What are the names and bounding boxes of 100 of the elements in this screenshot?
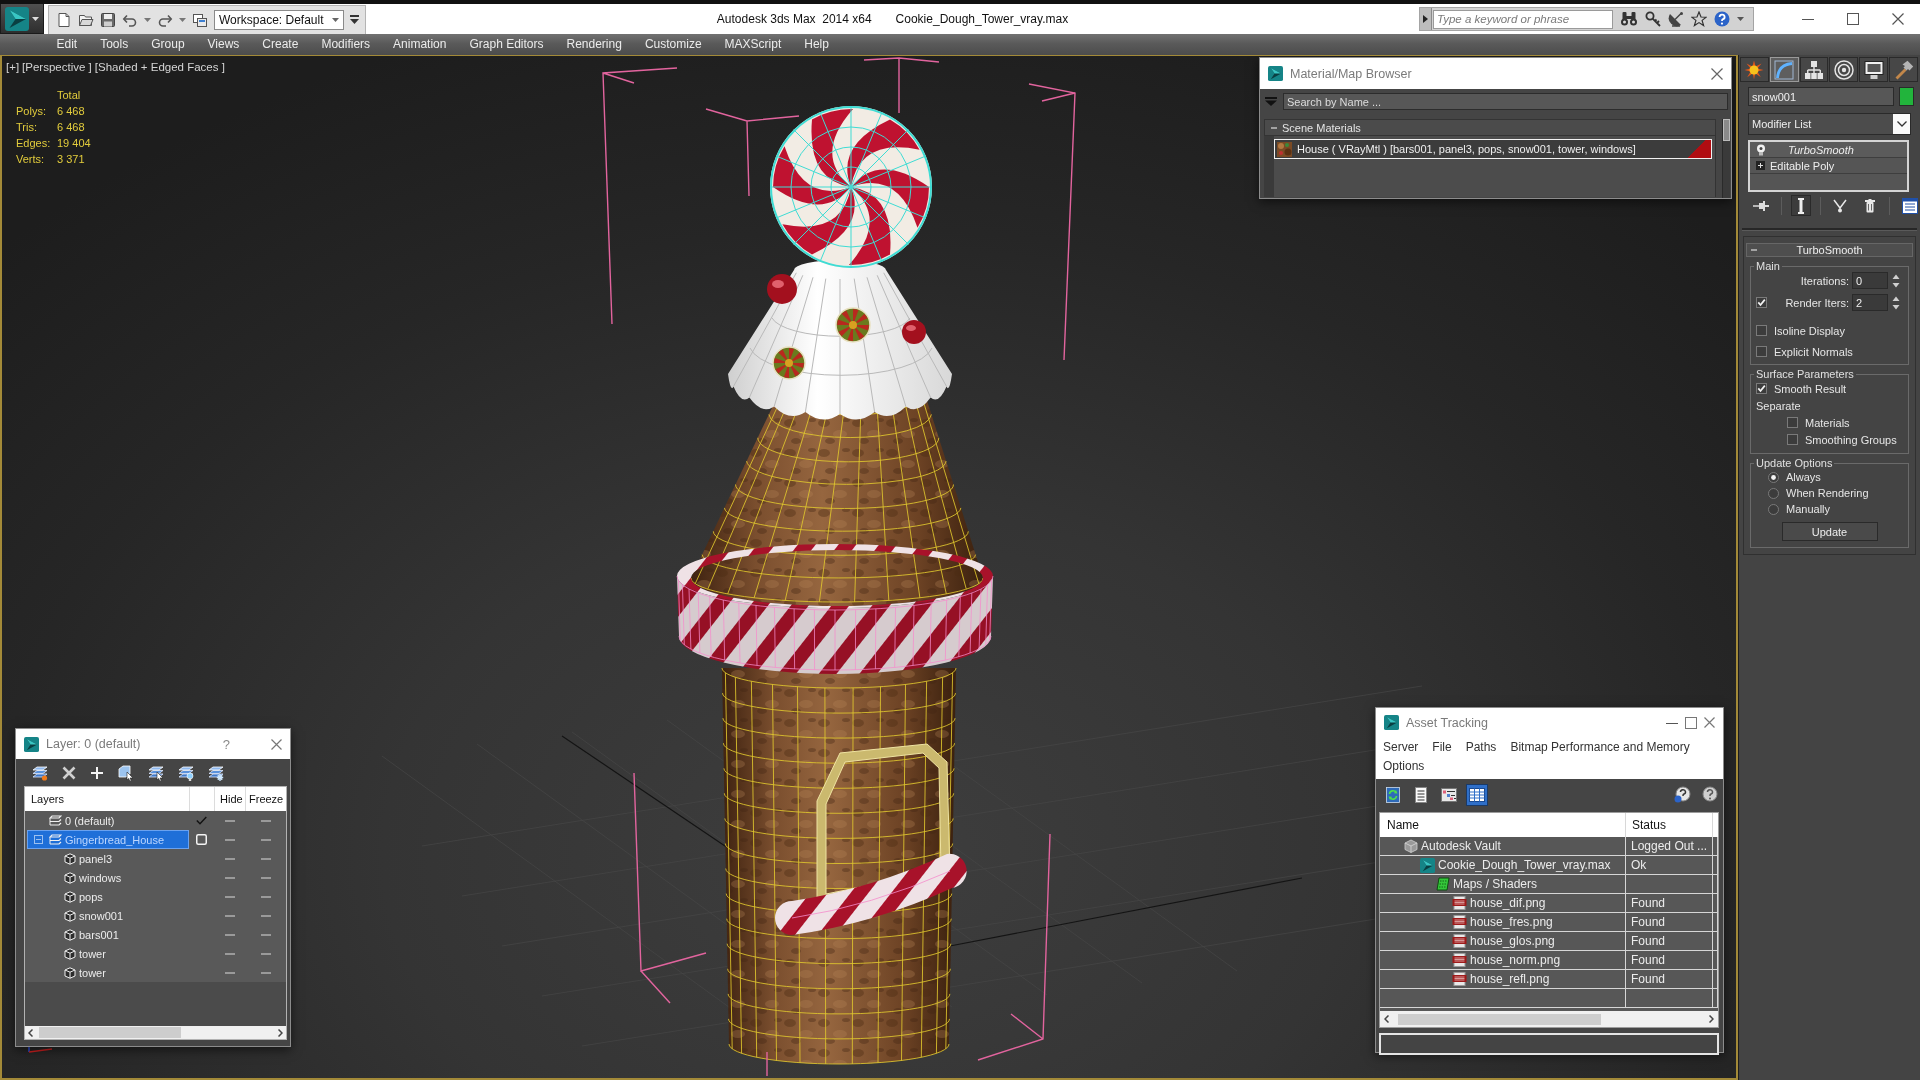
menu-item[interactable]: File <box>1432 739 1452 756</box>
satellite-dish-icon[interactable] <box>1668 11 1684 27</box>
column-header[interactable]: Layers <box>25 787 189 811</box>
menu-item[interactable]: Group <box>139 34 197 55</box>
chevron-left-icon[interactable] <box>1384 1015 1389 1023</box>
close-icon[interactable] <box>271 738 282 750</box>
save-icon[interactable] <box>100 12 116 28</box>
asset-name-cell[interactable]: house_norm.png <box>1380 951 1626 969</box>
layer-item[interactable]: Gingerbread_House <box>27 830 189 849</box>
radio-label[interactable]: Always <box>1786 471 1821 483</box>
menu-item[interactable]: Server <box>1383 739 1419 756</box>
layers-cursor-icon[interactable] <box>148 764 164 781</box>
new-file-icon[interactable] <box>56 12 72 28</box>
plus-icon[interactable] <box>90 765 104 780</box>
object-item[interactable]: bars001 <box>27 925 189 944</box>
expand-arrow-button[interactable] <box>1420 8 1432 30</box>
modifier-stack-item[interactable]: Editable Poly <box>1750 158 1907 174</box>
rollout-header[interactable]: TurboSmooth <box>1746 243 1913 257</box>
undo-icon[interactable] <box>122 12 138 28</box>
dash-icon[interactable] <box>224 914 235 917</box>
horizontal-scrollbar[interactable] <box>1380 1011 1718 1027</box>
command-panel-tab[interactable] <box>1889 57 1918 82</box>
group-header[interactable]: Scene Materials <box>1264 119 1716 136</box>
project-folder-icon[interactable] <box>192 12 208 28</box>
status-field[interactable] <box>1379 1033 1719 1055</box>
update-button[interactable]: Update <box>1781 522 1878 541</box>
dash-icon[interactable] <box>260 895 271 898</box>
menu-item[interactable]: Tools <box>88 34 140 55</box>
checkbox[interactable] <box>1756 325 1767 336</box>
asset-name-cell[interactable]: Maps / Shaders <box>1380 875 1626 893</box>
asset-name-cell[interactable]: Autodesk Vault <box>1380 837 1626 855</box>
dash-icon[interactable] <box>224 857 235 860</box>
spinner-arrows-icon[interactable] <box>1891 294 1901 311</box>
radio-button[interactable] <box>1768 487 1779 499</box>
current-layer-check-icon[interactable] <box>196 816 207 825</box>
menu-item[interactable]: Bitmap Performance and Memory <box>1510 739 1690 756</box>
checkbox[interactable] <box>1787 434 1798 445</box>
object-item[interactable]: tower <box>27 944 189 963</box>
expand-icon[interactable] <box>1756 161 1765 170</box>
checkbox[interactable] <box>1756 383 1767 394</box>
redo-icon[interactable] <box>157 12 173 28</box>
horizontal-scrollbar[interactable] <box>25 1026 286 1039</box>
checkbox-label[interactable]: Explicit Normals <box>1774 345 1853 358</box>
menu-item[interactable]: Help <box>792 34 841 55</box>
menu-item[interactable]: Rendering <box>555 34 634 55</box>
collapse-icon[interactable] <box>1751 247 1757 253</box>
current-layer-checkbox[interactable] <box>196 834 207 845</box>
dash-icon[interactable] <box>260 971 271 974</box>
checkbox-label[interactable]: Materials <box>1805 416 1850 429</box>
overflow-menu-icon[interactable] <box>350 15 359 25</box>
open-folder-icon[interactable] <box>78 12 94 28</box>
layers-snowflake-icon[interactable] <box>208 764 224 781</box>
collapse-icon[interactable] <box>1271 124 1277 131</box>
menu-item[interactable]: Edit <box>45 34 89 55</box>
command-panel-tab[interactable] <box>1740 57 1769 82</box>
object-item[interactable]: panel3 <box>27 849 189 868</box>
layer-item[interactable]: 0 (default) <box>27 811 189 830</box>
help-icon[interactable] <box>1714 11 1730 27</box>
viewport-menu-label[interactable]: [Shaded + Edged Faces ] <box>94 61 225 73</box>
checkbox-label[interactable]: Isoline Display <box>1774 324 1845 337</box>
object-item[interactable]: tower <box>27 963 189 982</box>
dash-icon[interactable] <box>260 914 271 917</box>
viewport-menu-label[interactable]: [+] <box>6 61 20 73</box>
column-header[interactable]: Status <box>1626 813 1713 837</box>
checkbox[interactable] <box>1787 417 1798 428</box>
help-icon[interactable] <box>1674 786 1691 803</box>
star-icon[interactable] <box>1691 11 1707 27</box>
column-header[interactable]: Name <box>1380 813 1626 837</box>
radio-button[interactable] <box>1768 471 1779 483</box>
dash-icon[interactable] <box>260 952 271 955</box>
dash-icon[interactable] <box>224 876 235 879</box>
chevron-left-icon[interactable] <box>28 1028 33 1037</box>
dash-icon[interactable] <box>224 895 235 898</box>
caret-icon[interactable] <box>179 18 186 22</box>
vertical-scrollbar[interactable] <box>1722 119 1730 198</box>
maximize-icon[interactable] <box>1685 716 1697 729</box>
dash-icon[interactable] <box>260 838 271 841</box>
key-icon[interactable] <box>1645 11 1661 27</box>
dash-icon[interactable] <box>224 819 235 822</box>
radio-label[interactable]: Manually <box>1786 503 1831 515</box>
dash-icon[interactable] <box>260 876 271 879</box>
caret-icon[interactable] <box>144 18 151 22</box>
menu-item[interactable]: Options <box>1383 758 1425 775</box>
menu-item[interactable]: Create <box>250 34 310 55</box>
chevron-right-icon[interactable] <box>278 1028 283 1037</box>
material-item[interactable]: House ( VRayMtl ) [bars001, panel3, pops, snow001, tower, windows] <box>1274 139 1712 159</box>
asset-name-cell[interactable]: house_refl.png <box>1380 970 1626 988</box>
new-layer-icon[interactable] <box>32 764 48 781</box>
asset-name-cell[interactable]: house_dif.png <box>1380 894 1626 912</box>
dash-icon[interactable] <box>260 857 271 860</box>
menu-item[interactable]: Paths <box>1465 739 1497 756</box>
checkbox-label[interactable]: Smoothing Groups <box>1805 433 1897 446</box>
object-name-field[interactable]: snow001 <box>1748 87 1894 106</box>
menu-item[interactable]: Graph Editors <box>457 34 555 55</box>
binoculars-icon[interactable] <box>1620 11 1638 27</box>
close-icon[interactable] <box>1704 717 1715 728</box>
application-menu-button[interactable] <box>0 4 44 34</box>
number-field[interactable]: 0 <box>1852 272 1888 289</box>
help-icon[interactable] <box>1701 786 1718 803</box>
dash-icon[interactable] <box>224 933 235 936</box>
